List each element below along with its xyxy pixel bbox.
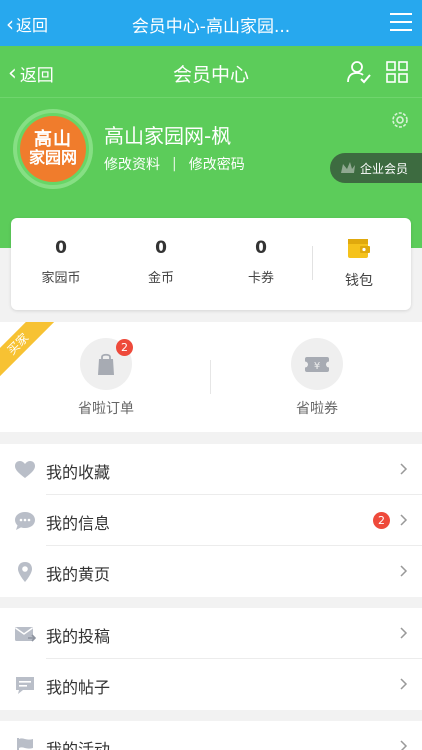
stats-divider	[312, 246, 313, 280]
location-pin-icon	[18, 562, 32, 582]
svg-text:¥: ¥	[314, 361, 320, 372]
page-header: ‹ 返回 会员中心	[0, 46, 422, 98]
menu-item-activities[interactable]: 我的活动	[0, 721, 422, 750]
hamburger-menu-icon[interactable]	[390, 13, 412, 31]
menu-group-1: 我的收藏 我的信息 2 我的黄页	[0, 444, 422, 597]
wallet-label: 钱包	[345, 273, 373, 289]
chevron-right-icon	[400, 463, 408, 475]
coupons-button[interactable]: ¥ 省啦券	[262, 338, 372, 418]
menu-label: 我的信息	[46, 514, 111, 533]
grid-menu-icon[interactable]	[386, 61, 408, 83]
orders-button[interactable]: 2 省啦订单	[51, 338, 161, 418]
menu-group-2: 我的投稿 我的帖子	[0, 608, 422, 710]
menu-label: 我的收藏	[46, 463, 111, 482]
menu-label: 我的黄页	[46, 565, 111, 584]
profile-links: 修改资料 | 修改密码	[104, 154, 245, 174]
user-name: 高山家园网-枫	[104, 124, 232, 148]
wallet-icon	[348, 239, 370, 258]
stats-card: 0 家园币 0 金币 0 卡券 钱包	[11, 218, 411, 310]
stat-label: 金币	[147, 271, 174, 286]
mail-send-icon	[15, 627, 36, 642]
buyer-ribbon: 买家	[0, 322, 58, 384]
menu-item-yellow-pages[interactable]: 我的黄页	[0, 546, 422, 597]
member-badge-label: 企业会员	[360, 161, 409, 176]
avatar-logo: 高山 家园网	[20, 116, 86, 182]
wallet-button[interactable]: 钱包	[321, 236, 397, 290]
chat-icon	[15, 512, 35, 530]
flag-icon	[17, 738, 33, 750]
stat-jiayuanbi[interactable]: 0 家园币	[16, 238, 106, 286]
crown-icon	[341, 162, 355, 173]
link-separator: |	[172, 156, 177, 172]
edit-profile-link[interactable]: 修改资料	[104, 154, 160, 174]
browser-top-bar: ‹ 返回 会员中心-高山家园...	[0, 0, 422, 46]
post-icon	[16, 677, 34, 694]
buyer-divider	[210, 360, 211, 394]
stat-label: 家园币	[41, 271, 81, 286]
gear-icon[interactable]	[390, 110, 410, 130]
menu-label: 我的投稿	[46, 627, 111, 646]
coupons-label: 省啦券	[296, 401, 338, 417]
menu-label: 我的活动	[46, 740, 111, 750]
heart-icon	[15, 461, 35, 478]
user-verified-icon[interactable]	[346, 60, 372, 84]
stat-value: 0	[155, 238, 167, 258]
chevron-right-icon	[400, 740, 408, 750]
top-title: 会员中心-高山家园...	[131, 17, 291, 37]
change-password-link[interactable]: 修改密码	[189, 154, 245, 174]
menu-item-favorites[interactable]: 我的收藏	[0, 444, 422, 495]
stat-value: 0	[255, 238, 267, 258]
chevron-right-icon	[400, 678, 408, 690]
menu-item-messages[interactable]: 我的信息 2	[0, 495, 422, 546]
menu-group-3: 我的活动	[0, 721, 422, 750]
buyer-section: 买家 2 省啦订单 ¥ 省啦券	[0, 322, 422, 432]
stat-jinbi[interactable]: 0 金币	[116, 238, 206, 286]
stat-value: 0	[55, 238, 67, 258]
stat-label: 卡券	[247, 271, 274, 286]
menu-item-posts[interactable]: 我的帖子	[0, 659, 422, 710]
orders-badge: 2	[116, 339, 133, 356]
menu-item-submissions[interactable]: 我的投稿	[0, 608, 422, 659]
chevron-right-icon	[400, 565, 408, 577]
messages-badge: 2	[373, 512, 390, 529]
avatar[interactable]: 高山 家园网	[13, 109, 93, 189]
menu-label: 我的帖子	[46, 678, 111, 697]
stat-kaquan[interactable]: 0 卡券	[216, 238, 306, 286]
shopping-bag-icon	[98, 353, 114, 375]
coupon-icon: ¥	[304, 357, 330, 372]
member-badge[interactable]: 企业会员	[330, 153, 422, 183]
chevron-right-icon	[400, 627, 408, 639]
chevron-right-icon	[400, 514, 408, 526]
orders-label: 省啦订单	[78, 401, 134, 417]
